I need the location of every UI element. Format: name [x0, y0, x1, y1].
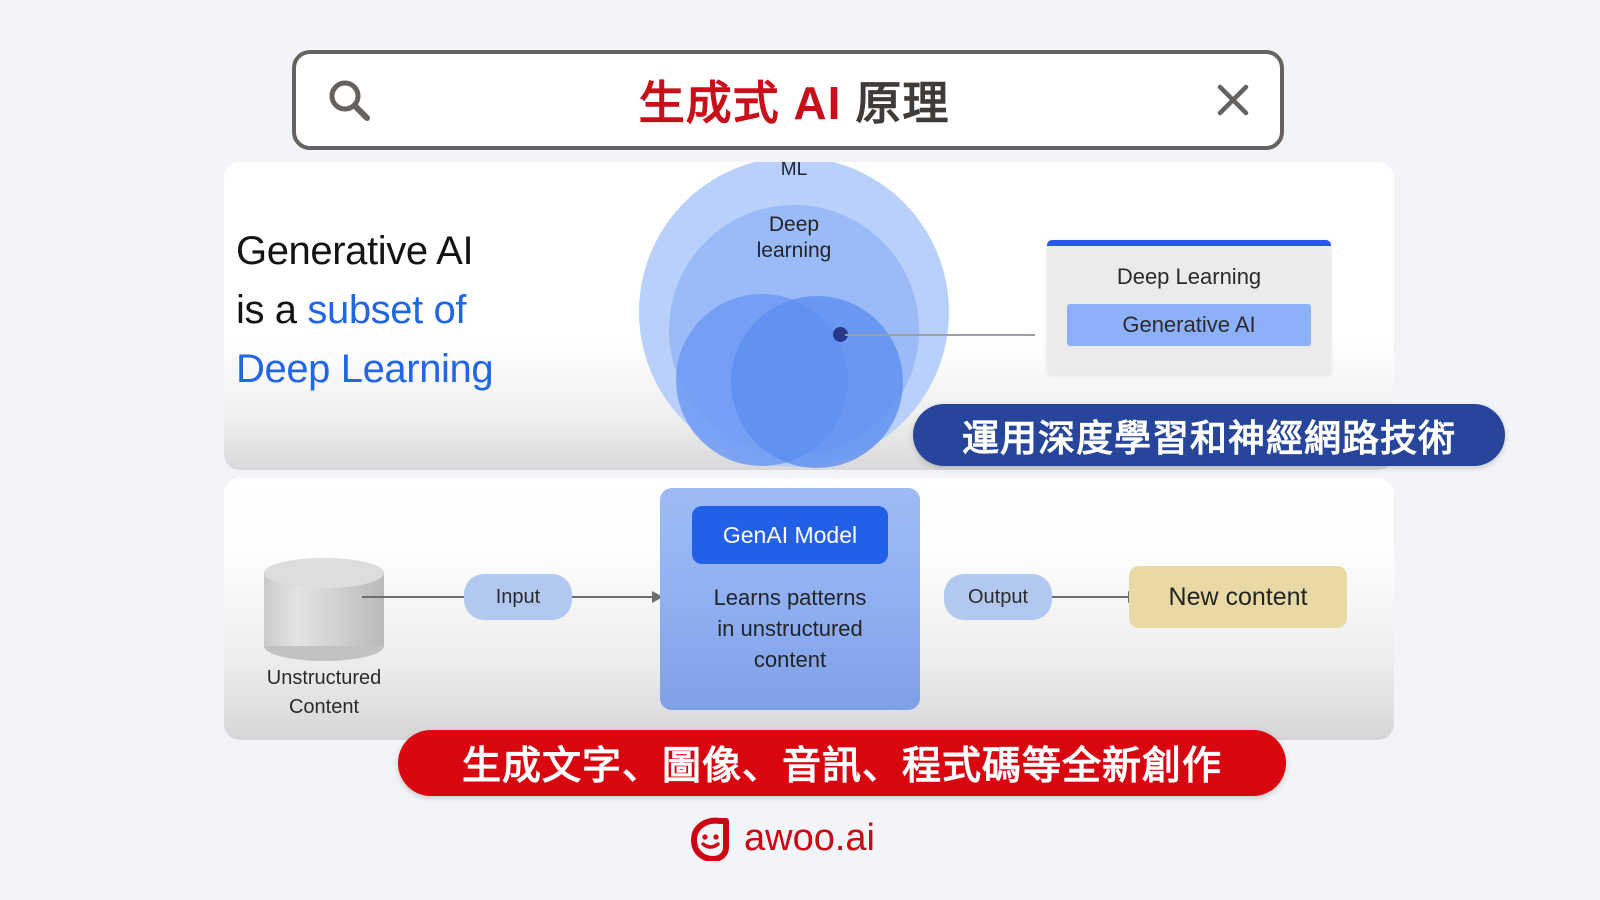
awoo-smiley-a-icon [691, 817, 729, 861]
venn-circle-inner-b [731, 296, 903, 468]
headline-line-1: Generative AI [236, 229, 474, 273]
search-bar[interactable]: 生成式 AI 原理 [292, 50, 1284, 150]
infographic-canvas: 生成式 AI 原理 Generative AI is a subset of De… [0, 0, 1600, 900]
genai-model-description: Learns patterns in unstructured content [713, 585, 867, 673]
genai-model-header: GenAI Model [692, 506, 888, 564]
search-input[interactable]: 生成式 AI 原理 [372, 67, 1216, 133]
connector-line [845, 334, 1035, 336]
legend-tooltip: Deep Learning Generative AI [1047, 240, 1331, 375]
arrow-input-to-model [572, 591, 663, 603]
arrow-source-to-input [362, 596, 466, 598]
headline-line-2-plain: is a [236, 288, 308, 333]
genai-model-box: GenAI Model Learns patterns in unstructu… [660, 488, 920, 710]
database-cylinder-icon [264, 558, 384, 661]
unstructured-content-label: Unstructured Content [266, 667, 382, 718]
legend-item-deep-learning: Deep Learning [1116, 264, 1262, 289]
close-icon[interactable] [1216, 83, 1250, 117]
new-content-box: New content [1129, 566, 1347, 628]
search-query-secondary: 原理 [855, 77, 950, 129]
legend-item-generative-ai: Generative AI [1067, 304, 1311, 346]
venn-label-ml: ML [780, 162, 808, 180]
pill-output: Output [944, 574, 1052, 620]
arrow-output-to-result [1052, 591, 1139, 603]
banner-deep-learning-tech: 運用深度學習和神經網路技術 [913, 404, 1505, 466]
pill-input: Input [464, 574, 572, 620]
awoo-logo[interactable]: awoo.ai [690, 810, 910, 866]
headline-line-2: is a subset of [236, 281, 493, 340]
venn-label-deep-learning: Deep learning [756, 213, 832, 262]
flow-diagram: Unstructured Content Input GenAI Model L… [224, 478, 1394, 740]
page-title: Generative AI is a subset of Deep Learni… [236, 222, 494, 400]
search-query-primary: 生成式 AI [638, 77, 842, 129]
venn-diagram [639, 162, 949, 468]
awoo-logo-text: awoo.ai [744, 816, 875, 859]
genai-flow-card: Unstructured Content Input GenAI Model L… [224, 478, 1394, 740]
headline-line-3: Deep Learning [236, 347, 494, 392]
headline-line-2-accent: subset of [307, 288, 467, 333]
search-icon[interactable] [326, 77, 372, 123]
banner-new-creation: 生成文字、圖像、音訊、程式碼等全新創作 [398, 730, 1286, 796]
